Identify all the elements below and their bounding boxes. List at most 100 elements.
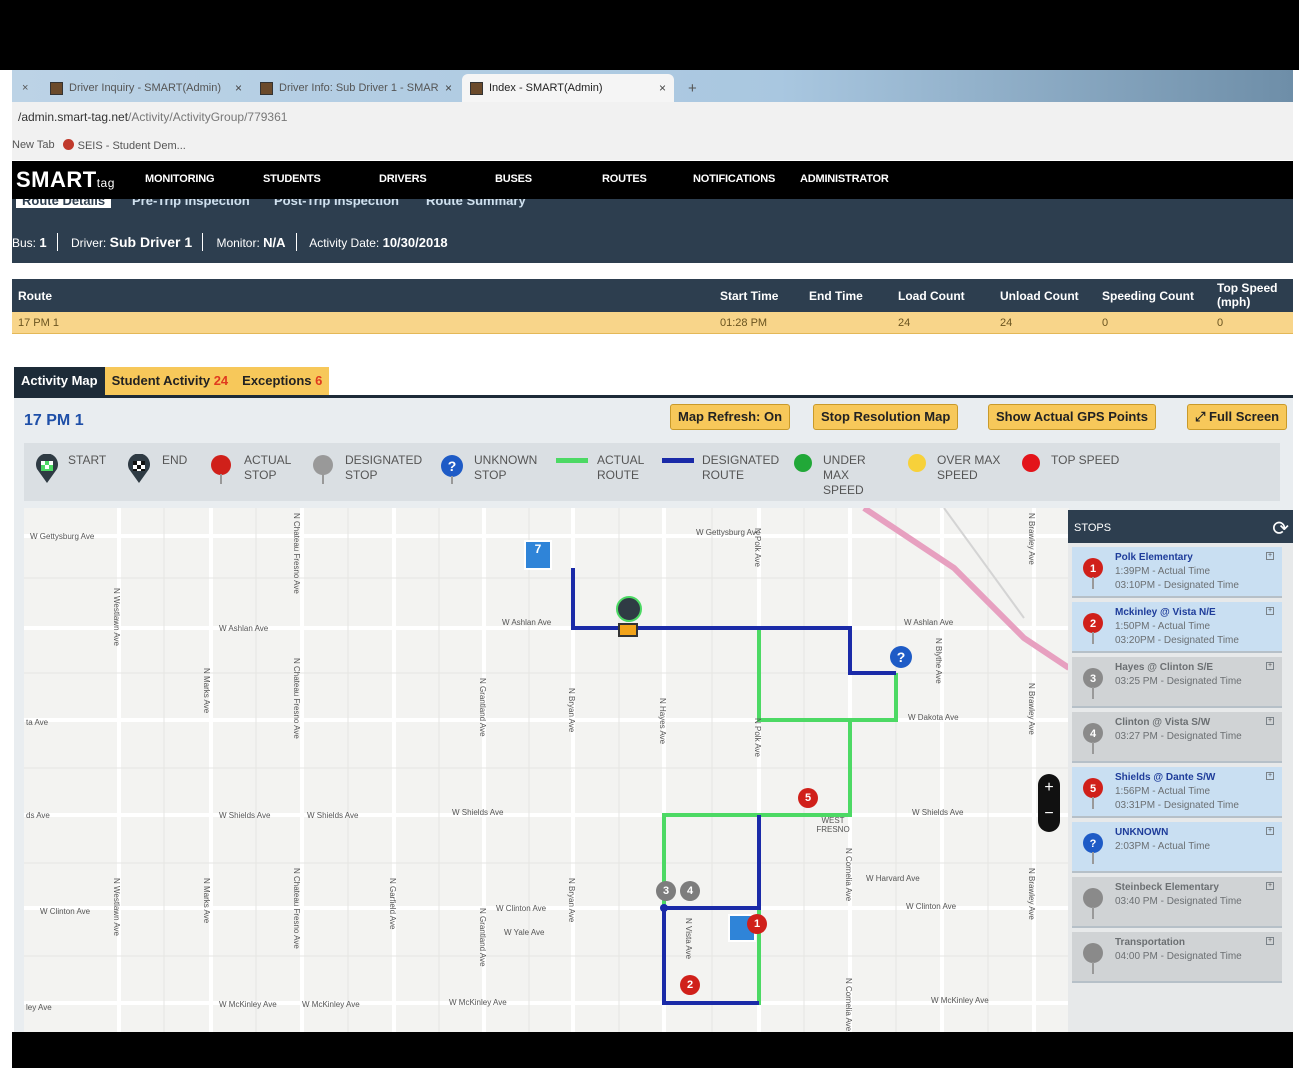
stop-pin-icon [1083,943,1103,974]
stop-pin-number: 3 [1090,673,1096,685]
street-label: W Clinton Ave [906,902,957,911]
tab-close-icon[interactable]: × [14,74,34,102]
stop-pin-icon: 4 [1083,723,1103,754]
yellow-dot-icon [908,454,926,472]
show-gps-points-button[interactable]: Show Actual GPS Points [988,404,1156,430]
stop-list-item[interactable]: 2 Mckinley @ Vista N/E 1:50PM - Actual Tim… [1072,602,1282,653]
marker-label: 7 [534,542,542,556]
expand-icon[interactable]: + [1266,882,1274,890]
nav-drivers[interactable]: DRIVERS [379,173,427,185]
stop-list-item[interactable]: 1 Polk Elementary 1:39PM - Actual Time 03:1… [1072,547,1282,598]
activity-info-bar: Bus: 1 Driver: Sub Driver 1 Monitor: N/A… [12,211,1293,263]
street-label: N Garfield Ave [388,878,397,930]
stop-name: Hayes @ Clinton S/E [1115,662,1214,673]
bus-icon[interactable] [618,623,638,637]
browser-tab-active[interactable]: Index - SMART(Admin) × [462,74,674,102]
browser-tab[interactable]: Driver Inquiry - SMART(Admin) × [42,74,250,102]
tab-title: Index - SMART(Admin) [489,82,603,94]
stop-list-item[interactable]: 5 Shields @ Dante S/W 1:56PM - Actual Time… [1072,767,1282,818]
street-label: ta Ave [26,718,49,727]
nav-routes[interactable]: ROUTES [602,173,647,185]
driver-value: Sub Driver 1 [109,234,193,250]
subtab-route-summary[interactable]: Route Summary [426,199,526,208]
zoom-in-icon[interactable]: + [1038,774,1060,802]
street-label: W Gettysburg Ave [30,532,95,541]
legend-top-speed: TOP SPEED [1051,453,1120,467]
stop-list-item[interactable]: ? UNKNOWN 2:03PM - Actual Time + [1072,822,1282,873]
expand-icon[interactable]: + [1266,552,1274,560]
col-start-time: Start Time [720,289,779,303]
expand-icon[interactable]: + [1266,937,1274,945]
logo-suffix: tag [96,176,115,190]
stop-time: 03:10PM - Designated Time [1115,580,1239,591]
stop-name: Transportation [1115,937,1186,948]
stop-1-marker[interactable]: 1 [747,914,767,934]
stops-panel: STOPS ⟳ 1 Polk Elementary 1:39PM - Actual … [1068,510,1293,1032]
nav-administrator[interactable]: ADMINISTRATOR [800,173,889,185]
stop-name: Clinton @ Vista S/W [1115,717,1211,728]
stop-list-item[interactable]: Transportation 04:00 PM - Designated Time… [1072,932,1282,983]
refresh-icon[interactable]: ⟳ [1272,516,1289,541]
tab-student-activity[interactable]: Student Activity 24 [104,367,236,395]
monitor-value: N/A [263,235,286,250]
stop-list-item[interactable]: Steinbeck Elementary 03:40 PM - Designate… [1072,877,1282,928]
street-label: W Shields Ave [912,808,964,817]
street-label: N Blythe Ave [934,638,943,684]
col-route: Route [18,289,52,303]
full-screen-button[interactable]: ⤢ Full Screen [1187,404,1288,430]
map-refresh-button[interactable]: Map Refresh: On [670,404,791,430]
stop-list-item[interactable]: 4 Clinton @ Vista S/W 03:27 PM - Designate… [1072,712,1282,763]
subtab-route-details[interactable]: Route Details [16,199,112,208]
tab-exceptions[interactable]: Exceptions 6 [235,367,330,395]
close-icon[interactable]: × [659,81,666,95]
bookmark-item[interactable]: SEIS - Student Dem... [62,139,186,160]
bus-value: 1 [39,235,47,250]
nav-students[interactable]: STUDENTS [263,173,321,185]
unknown-stop-marker[interactable]: ? [890,646,912,668]
expand-icon[interactable]: + [1266,717,1274,725]
subtab-post-trip[interactable]: Post-Trip Inspection [274,199,399,208]
browser-tab[interactable]: Driver Info: Sub Driver 1 - SMAR × [252,74,460,102]
route-map[interactable]: W Gettysburg Ave W Gettysburg Ave W Ashl… [24,508,1069,1032]
bookmark-item[interactable]: New Tab [12,139,55,160]
gray-pin-icon [313,455,333,484]
table-row[interactable]: 17 PM 1 01:28 PM 24 24 0 0 [12,312,1293,334]
expand-icon[interactable]: + [1266,662,1274,670]
stop-4-marker[interactable]: 4 [680,881,700,901]
expand-icon[interactable]: + [1266,607,1274,615]
subtab-pre-trip[interactable]: Pre-Trip Inspection [132,199,250,208]
stop-time: 2:03PM - Actual Time [1115,841,1211,852]
street-label: N Chateau Fresno Ave [292,513,301,594]
school-marker-icon[interactable]: 7 [524,540,552,570]
stop-2-marker[interactable]: 2 [680,975,700,995]
address-bar[interactable]: /admin.smart-tag.net/Activity/ActivityGr… [12,102,1293,132]
zoom-out-icon[interactable]: − [1038,802,1060,830]
stop-5-marker[interactable]: 5 [798,788,818,808]
tab-label: Exceptions [242,373,312,388]
nav-monitoring[interactable]: MONITORING [145,173,214,185]
stop-3-marker[interactable]: 3 [656,881,676,901]
stop-list-item[interactable]: 3 Hayes @ Clinton S/E 03:25 PM - Designate… [1072,657,1282,708]
street-label: W Dakota Ave [908,713,959,722]
expand-icon[interactable]: + [1266,772,1274,780]
smart-tag-logo[interactable]: SMARTtag [16,167,115,193]
tab-label: Activity Map [21,373,98,388]
close-icon[interactable]: × [235,81,242,95]
favicon-icon [470,81,483,95]
neighborhood-label: WEST FRESNO [816,816,850,834]
stop-name: Steinbeck Elementary [1115,882,1219,893]
stop-name: Shields @ Dante S/W [1115,772,1216,783]
stop-resolution-map-button[interactable]: Stop Resolution Map [813,404,959,430]
stop-time: 04:00 PM - Designated Time [1115,951,1242,962]
activity-tabs: Activity Map Student Activity 24 Excepti… [14,367,330,395]
stop-pin-icon: ? [1083,833,1103,864]
tab-activity-map[interactable]: Activity Map [14,367,105,395]
start-flag-icon[interactable] [616,596,642,622]
expand-icon[interactable]: + [1266,827,1274,835]
nav-notifications[interactable]: NOTIFICATIONS [693,173,775,185]
close-icon[interactable]: × [445,81,452,95]
logo-text: SMART [16,167,97,192]
new-tab-icon[interactable]: + [680,74,705,102]
date-label: Activity Date: [309,236,380,250]
nav-buses[interactable]: BUSES [495,173,532,185]
